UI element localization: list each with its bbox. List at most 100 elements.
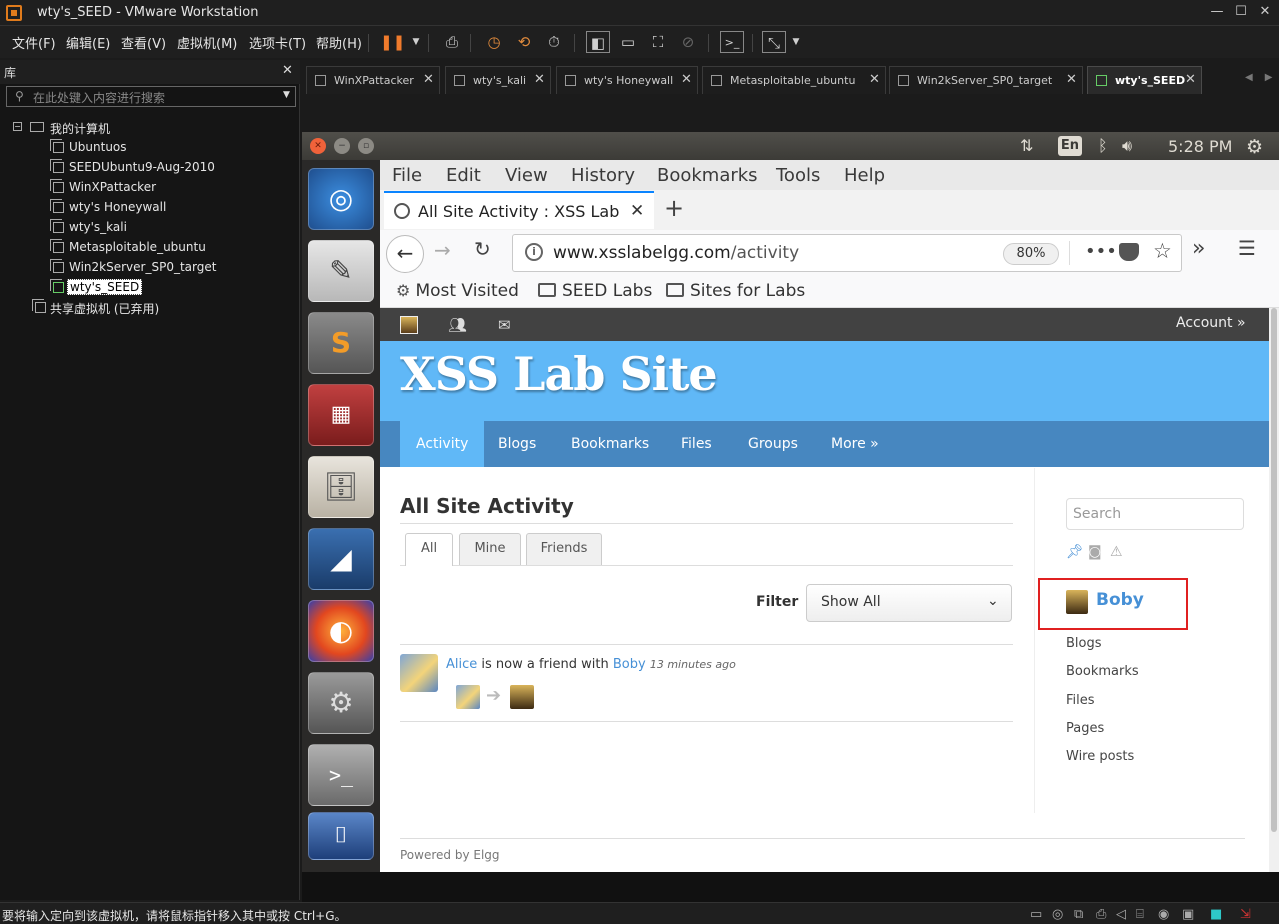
bookmark-star-icon[interactable]: ☆ bbox=[1153, 239, 1172, 263]
vm-tab[interactable]: Metasploitable_ubuntu ✕ bbox=[702, 66, 886, 94]
system-settings-icon[interactable]: ⚙ bbox=[308, 672, 374, 734]
scrollbar-thumb[interactable] bbox=[1271, 308, 1277, 832]
fullscreen-icon[interactable]: ⛶ bbox=[646, 31, 670, 53]
close-icon[interactable]: ✕ bbox=[423, 72, 434, 87]
vm-tab[interactable]: wty's_kali ✕ bbox=[445, 66, 551, 94]
menu-file[interactable]: 文件(F) bbox=[12, 33, 56, 52]
url-bar[interactable]: i www.xsslabelgg.com/activity 80% ••• ☆ bbox=[512, 234, 1182, 272]
vm-tab-active[interactable]: wty's_SEED ✕ bbox=[1087, 66, 1202, 94]
forward-icon[interactable]: → bbox=[434, 238, 451, 262]
ubuntu-dash-icon[interactable]: ◎ bbox=[308, 168, 374, 230]
menu-edit[interactable]: 编辑(E) bbox=[66, 33, 110, 52]
sublime-text-icon[interactable]: S bbox=[308, 312, 374, 374]
tree-item-vm-selected[interactable]: wty's_SEED bbox=[0, 278, 280, 298]
send-keys-icon[interactable]: ⎙ bbox=[440, 31, 464, 53]
search-input[interactable]: Search bbox=[1066, 498, 1244, 530]
avatar[interactable] bbox=[1066, 590, 1088, 614]
stretch-guest-icon[interactable]: ⇲ bbox=[1240, 907, 1251, 922]
maximize-icon[interactable]: ▫ bbox=[358, 138, 374, 154]
nav-more[interactable]: More » bbox=[815, 421, 895, 467]
nav-groups[interactable]: Groups bbox=[732, 421, 814, 467]
hard-disk-icon[interactable]: ▭ bbox=[1030, 907, 1042, 922]
tree-item-vm[interactable]: Ubuntuos bbox=[0, 138, 280, 158]
stretch-icon[interactable]: ⤡ bbox=[762, 31, 786, 53]
printer-icon[interactable]: ⎙ bbox=[1096, 907, 1106, 922]
menu-vm[interactable]: 虚拟机(M) bbox=[177, 33, 237, 52]
nav-activity[interactable]: Activity bbox=[400, 421, 485, 467]
library-search-input[interactable]: ⚲ 在此处键入内容进行搜索 ▼ bbox=[6, 86, 296, 107]
clock[interactable]: 5:28 PM bbox=[1168, 137, 1232, 156]
files-icon[interactable]: 🗄︎ bbox=[308, 456, 374, 518]
ff-menu-edit[interactable]: Edit bbox=[446, 165, 481, 186]
bookmark-most-visited[interactable]: ⚙ Most Visited bbox=[396, 281, 519, 301]
nav-files[interactable]: Files bbox=[665, 421, 728, 467]
keyboard-layout-indicator[interactable]: En bbox=[1058, 136, 1082, 156]
close-icon[interactable]: ✕ bbox=[869, 72, 880, 87]
tree-item-vm[interactable]: wty's_kali bbox=[0, 218, 280, 238]
mail-icon[interactable]: ✉ bbox=[498, 316, 511, 334]
url-text[interactable]: www.xsslabelgg.com/activity bbox=[553, 243, 799, 263]
bookmark-sites-for-labs[interactable]: Sites for Labs bbox=[666, 281, 805, 301]
minimize-icon[interactable]: — bbox=[1207, 3, 1227, 21]
footer-powered-by[interactable]: Powered by Elgg bbox=[400, 848, 500, 862]
page-actions-icon[interactable]: ••• bbox=[1085, 241, 1117, 262]
volume-icon[interactable]: 🔊︎ bbox=[1122, 136, 1132, 156]
close-icon[interactable]: ✕ bbox=[681, 72, 692, 87]
tree-item-my-computer[interactable]: − 我的计算机 bbox=[0, 118, 200, 138]
back-icon[interactable]: ← bbox=[386, 235, 424, 273]
message-icon[interactable]: ■ bbox=[1210, 907, 1222, 922]
tab-friends[interactable]: Friends bbox=[526, 533, 602, 565]
tree-item-vm[interactable]: Win2kServer_SP0_target bbox=[0, 258, 280, 278]
snapshot-icon[interactable]: ◷ bbox=[482, 31, 506, 53]
user-avatar[interactable] bbox=[400, 316, 418, 334]
network-icon[interactable]: ⇅ bbox=[1020, 136, 1033, 155]
tree-item-vm[interactable]: WinXPattacker bbox=[0, 178, 280, 198]
reload-icon[interactable]: ↻ bbox=[474, 237, 491, 261]
tree-item-vm[interactable]: wty's Honeywall bbox=[0, 198, 280, 218]
ff-menu-tools[interactable]: Tools bbox=[776, 165, 820, 186]
nav-bookmarks[interactable]: Bookmarks bbox=[555, 421, 665, 467]
vm-tab[interactable]: Win2kServer_SP0_target ✕ bbox=[889, 66, 1083, 94]
ff-menu-history[interactable]: History bbox=[571, 165, 635, 186]
wireshark-icon[interactable]: ◢ bbox=[308, 528, 374, 590]
activity-object-link[interactable]: Boby bbox=[613, 657, 646, 672]
zoom-level[interactable]: 80% bbox=[1003, 243, 1059, 265]
pocket-icon[interactable] bbox=[1119, 243, 1139, 261]
cd-drive-icon[interactable]: ◎ bbox=[1052, 907, 1063, 922]
close-icon[interactable]: ✕ bbox=[534, 72, 545, 87]
maximize-icon[interactable]: ☐ bbox=[1231, 3, 1251, 21]
gear-icon[interactable]: ⚙ bbox=[1246, 136, 1263, 158]
nav-blogs[interactable]: Blogs bbox=[482, 421, 552, 467]
filter-select[interactable]: Show All ⌄ bbox=[806, 584, 1012, 622]
menu-view[interactable]: 查看(V) bbox=[121, 33, 166, 52]
console-icon[interactable]: >_ bbox=[720, 31, 744, 53]
close-icon[interactable]: ✕ bbox=[282, 63, 293, 78]
tree-item-vm[interactable]: Metasploitable_ubuntu bbox=[0, 238, 280, 258]
tree-item-shared-vms[interactable]: 共享虚拟机 (已弃用) bbox=[0, 298, 280, 318]
account-menu[interactable]: Account » bbox=[1176, 315, 1246, 331]
thumbnail-icon[interactable]: ▭ bbox=[616, 31, 640, 53]
hamburger-menu-icon[interactable]: ☰ bbox=[1238, 236, 1256, 260]
trash-icon[interactable]: ⌷ bbox=[308, 812, 374, 860]
menu-help[interactable]: 帮助(H) bbox=[316, 33, 362, 52]
close-icon[interactable]: ✕ bbox=[310, 138, 326, 154]
pin-icon[interactable]: 📌︎ bbox=[1066, 544, 1084, 560]
owner-link-files[interactable]: Files bbox=[1066, 693, 1095, 708]
terminal-icon[interactable]: >_ bbox=[308, 744, 374, 806]
ff-menu-view[interactable]: View bbox=[505, 165, 548, 186]
ff-menu-bookmarks[interactable]: Bookmarks bbox=[657, 165, 758, 186]
avatar[interactable] bbox=[456, 685, 480, 709]
revert-snapshot-icon[interactable]: ⟲ bbox=[512, 31, 536, 53]
vm-display[interactable]: ✕ − ▫ ⇅ En ᛒ 🔊︎ 5:28 PM ⚙ ◎ ✎ S ▦ 🗄︎ ◢ ◐… bbox=[302, 132, 1279, 872]
chevron-down-icon[interactable]: ▼ bbox=[784, 31, 808, 53]
menu-tabs[interactable]: 选项卡(T) bbox=[249, 33, 306, 52]
info-icon[interactable]: i bbox=[525, 243, 543, 261]
snapshot-manager-icon[interactable]: ⏱ bbox=[542, 31, 566, 53]
close-icon[interactable]: ✕ bbox=[1066, 72, 1077, 87]
terminator-icon[interactable]: ▦ bbox=[308, 384, 374, 446]
vm-tab[interactable]: wty's Honeywall ✕ bbox=[556, 66, 698, 94]
tree-item-vm[interactable]: SEEDUbuntu9-Aug-2010 bbox=[0, 158, 280, 178]
display-icon[interactable]: ▣ bbox=[1182, 907, 1194, 922]
collapse-icon[interactable]: − bbox=[13, 122, 22, 131]
minimize-icon[interactable]: − bbox=[334, 138, 350, 154]
